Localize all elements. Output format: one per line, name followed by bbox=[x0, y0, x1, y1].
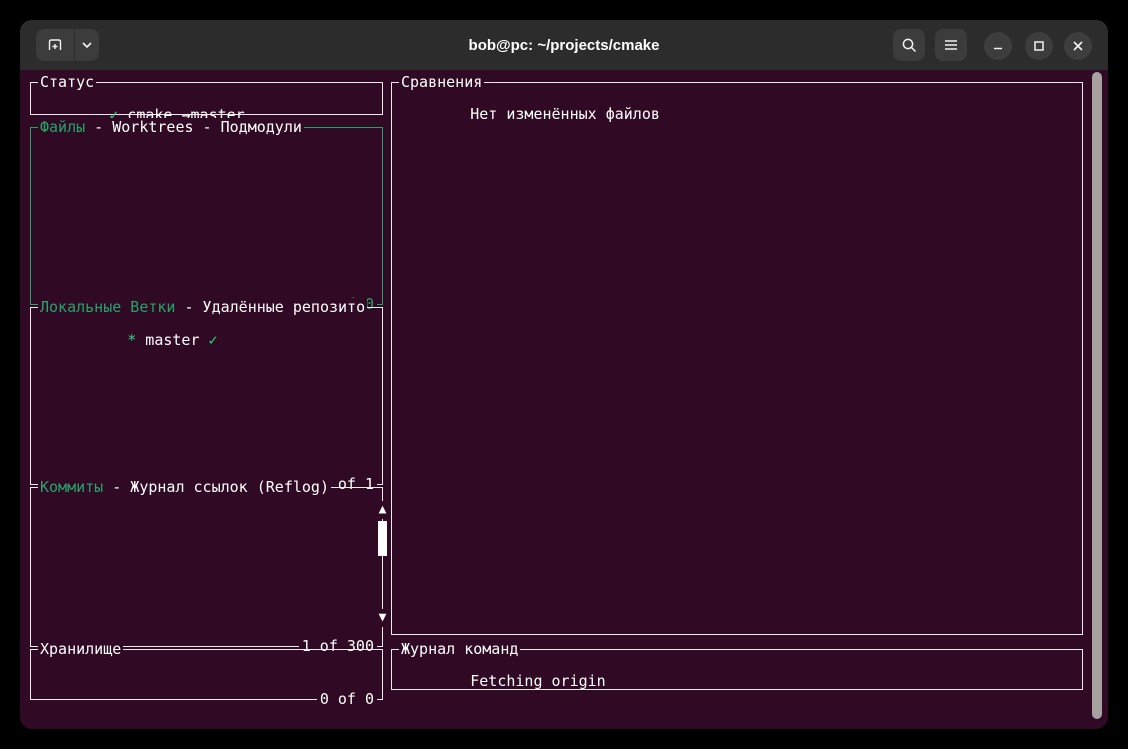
minimize-button[interactable] bbox=[984, 32, 1012, 60]
panel-status[interactable]: Статус ✓ cmake →master bbox=[30, 82, 383, 115]
terminal-window: bob@pc: ~/projects/cmake bbox=[20, 20, 1108, 729]
search-icon bbox=[901, 37, 918, 54]
tab-list-dropdown-button[interactable] bbox=[75, 29, 99, 61]
command-log-message: Fetching origin bbox=[470, 672, 605, 690]
panel-commits[interactable]: Коммиты - Журнал ссылок (Reflog) 8779693… bbox=[30, 487, 383, 647]
commits-scrollbar-thumb[interactable] bbox=[378, 521, 387, 556]
diff-message: Нет изменённых файлов bbox=[470, 105, 660, 123]
hamburger-menu-icon bbox=[943, 38, 959, 52]
commit-row[interactable]: 595191cbBKMerge branch 'release-3.29 bbox=[31, 519, 370, 537]
panel-status-title: Статус bbox=[40, 73, 94, 91]
headerbar: bob@pc: ~/projects/cmake bbox=[20, 20, 1108, 70]
new-tab-button[interactable] bbox=[36, 29, 74, 61]
commit-row[interactable]: d968391aBKMerge topic 'doc-autogen' bbox=[31, 537, 370, 555]
scroll-up-icon[interactable]: ▲ bbox=[376, 501, 389, 519]
tabs-files-rest[interactable]: - Worktrees - Подмодули bbox=[85, 118, 302, 136]
menu-button[interactable] bbox=[935, 29, 967, 61]
panel-command-log[interactable]: Журнал команд Fetching origin bbox=[391, 649, 1083, 690]
terminal-scrollbar[interactable] bbox=[1092, 72, 1102, 719]
maximize-button[interactable] bbox=[1025, 32, 1053, 60]
chevron-down-icon bbox=[81, 41, 93, 49]
tabs-branches-rest[interactable]: - Удалённые репозито bbox=[175, 298, 365, 316]
new-tab-button-group bbox=[36, 29, 99, 61]
minimize-icon bbox=[992, 40, 1004, 52]
panel-diff-title: Сравнения bbox=[401, 73, 482, 91]
panel-stash[interactable]: Хранилище 0 of 0 bbox=[30, 649, 383, 700]
search-button[interactable] bbox=[893, 29, 925, 61]
commit-row[interactable]: 7a5959d1BKMerge branch 'release-3.29 bbox=[31, 609, 370, 627]
panel-branches[interactable]: Локальные Ветки - Удалённые репозито * m… bbox=[30, 307, 383, 485]
maximize-icon bbox=[1033, 40, 1045, 52]
commit-row[interactable]: 8779693cKRCMake Nightly Date Stamp bbox=[31, 501, 370, 519]
branch-list-item[interactable]: * master ✓ bbox=[31, 308, 382, 367]
close-icon bbox=[1072, 40, 1084, 52]
close-button[interactable] bbox=[1064, 32, 1092, 60]
tab-files[interactable]: Файлы bbox=[40, 118, 85, 136]
panel-stash-title: Хранилище bbox=[40, 640, 121, 658]
terminal-content: Статус ✓ cmake →master Файлы - Worktrees… bbox=[20, 70, 1108, 729]
panel-files[interactable]: Файлы - Worktrees - Подмодули 0 of 0 bbox=[30, 127, 383, 305]
tabs-commits-rest[interactable]: - Журнал ссылок (Reflog) bbox=[103, 478, 329, 496]
commit-row[interactable]: 16cc011fOTcmQtAutoGenGlobalInitializ bbox=[31, 591, 370, 609]
status-bar: <pgup>/<pgdown>: Прокрутить, <esc>: Отме… bbox=[30, 703, 1093, 721]
commit-row[interactable]: 0942e489BKMerge topic 'doc-autogen' bbox=[31, 555, 370, 573]
tab-commits[interactable]: Коммиты bbox=[40, 478, 103, 496]
tab-local-branches[interactable]: Локальные Ветки bbox=[40, 298, 175, 316]
branch-check-icon: ✓ bbox=[209, 331, 218, 349]
commit-row[interactable]: ccaf529cOTAutogen: Update Documentat bbox=[31, 573, 370, 591]
new-tab-icon bbox=[46, 36, 64, 54]
current-branch-star: * bbox=[127, 331, 136, 349]
panel-diff[interactable]: Сравнения Нет изменённых файлов bbox=[391, 82, 1083, 635]
panel-command-log-title: Журнал команд bbox=[401, 640, 518, 658]
branch-name: master bbox=[136, 331, 208, 349]
scroll-down-icon[interactable]: ▼ bbox=[376, 609, 389, 627]
